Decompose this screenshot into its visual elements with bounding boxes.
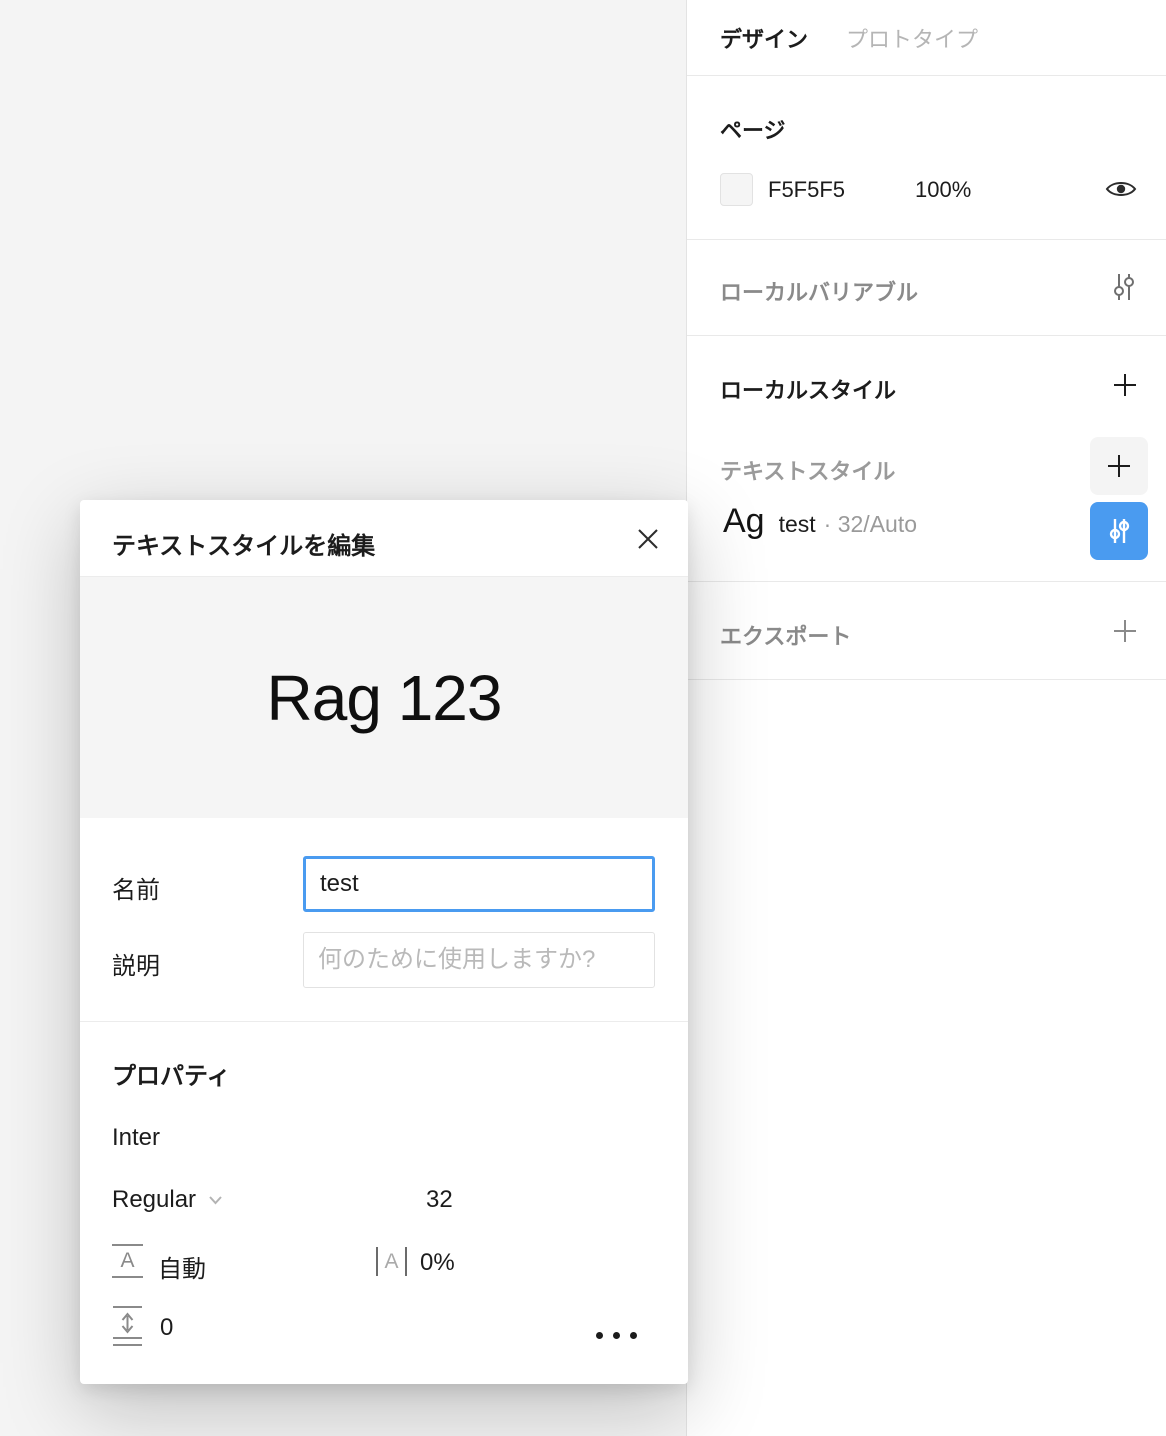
divider — [687, 679, 1166, 680]
sliders-icon — [1105, 516, 1133, 546]
description-label: 説明 — [112, 946, 160, 981]
preview-sample-text: Rag 123 — [267, 661, 502, 735]
page-color-hex[interactable]: F5F5F5 — [768, 177, 845, 203]
line-height-value[interactable]: 自動 — [158, 1249, 206, 1284]
name-input[interactable] — [303, 856, 655, 912]
font-family-value[interactable]: Inter — [112, 1124, 160, 1152]
local-styles-title: ローカルスタイル — [720, 373, 896, 405]
add-text-style-button[interactable] — [1090, 437, 1148, 495]
page-color-swatch[interactable] — [720, 173, 753, 206]
style-preview: Rag 123 — [80, 577, 688, 818]
dialog-title: テキストスタイルを編集 — [112, 526, 375, 561]
text-style-list-item[interactable]: Ag test · 32/Auto — [723, 502, 917, 560]
style-sample-glyph: Ag — [723, 502, 765, 541]
right-sidebar: デザイン プロトタイプ ページ F5F5F5 100% ローカルバリアブル ロー… — [686, 0, 1166, 1436]
chevron-down-icon — [208, 1195, 223, 1205]
font-weight-value: Regular — [112, 1186, 196, 1214]
more-options-ellipsis-icon[interactable] — [596, 1332, 637, 1339]
divider — [80, 1021, 688, 1022]
divider — [687, 239, 1166, 240]
edit-style-sliders-button[interactable] — [1090, 502, 1148, 560]
line-height-icon: A — [112, 1244, 143, 1278]
variables-sliders-icon[interactable] — [1110, 272, 1138, 302]
add-style-plus-icon[interactable] — [1112, 372, 1138, 398]
text-styles-title: テキストスタイル — [720, 454, 895, 486]
tab-prototype[interactable]: プロトタイプ — [846, 22, 978, 54]
style-name: test — [779, 511, 816, 538]
visibility-eye-icon[interactable] — [1104, 177, 1138, 201]
divider — [687, 335, 1166, 336]
font-size-value[interactable]: 32 — [426, 1186, 453, 1214]
export-section-title: エクスポート — [720, 619, 851, 651]
name-label: 名前 — [112, 870, 160, 905]
tab-design[interactable]: デザイン — [720, 22, 808, 54]
font-weight-dropdown[interactable]: Regular — [112, 1186, 223, 1214]
panel-tabs: デザイン プロトタイプ — [687, 0, 1166, 76]
close-icon[interactable] — [635, 526, 661, 552]
description-input[interactable] — [303, 932, 655, 988]
page-section-title: ページ — [720, 113, 786, 145]
page-opacity-value[interactable]: 100% — [915, 177, 971, 203]
add-export-plus-icon[interactable] — [1112, 618, 1138, 644]
paragraph-spacing-icon — [112, 1304, 143, 1347]
letter-spacing-icon: A — [376, 1247, 407, 1276]
edit-text-style-dialog: テキストスタイルを編集 Rag 123 名前 説明 プロパティ Inter Re… — [80, 500, 688, 1384]
letter-spacing-value[interactable]: 0% — [420, 1249, 455, 1277]
divider — [687, 581, 1166, 582]
plus-icon — [1106, 453, 1132, 479]
properties-title: プロパティ — [112, 1056, 231, 1091]
paragraph-spacing-value[interactable]: 0 — [160, 1314, 173, 1342]
style-meta: · 32/Auto — [824, 511, 917, 538]
local-variables-title: ローカルバリアブル — [720, 275, 918, 307]
dialog-header: テキストスタイルを編集 — [80, 500, 688, 577]
